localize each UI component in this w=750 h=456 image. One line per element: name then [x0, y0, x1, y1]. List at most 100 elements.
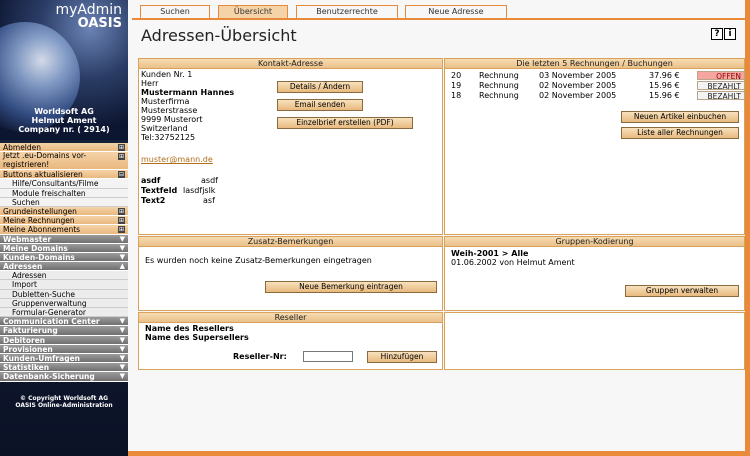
- invoice-number: 20: [451, 71, 462, 80]
- chevron-icon[interactable]: ▼: [120, 336, 125, 345]
- chevron-icon[interactable]: ▲: [120, 262, 125, 271]
- app-title: myAdmin OASIS: [55, 3, 122, 30]
- invoice-type: Rechnung: [479, 81, 519, 90]
- sidebar-item[interactable]: Debitoren ▼: [0, 335, 128, 345]
- reseller-panel: Reseller Name des Resellers Name des Sup…: [138, 312, 443, 370]
- sidebar-menu: Abmelden ⊞ Jetzt .eu-Domains vor-registrie…: [0, 143, 128, 382]
- chevron-icon[interactable]: ▼: [120, 363, 125, 372]
- remarks-panel-header: Zusatz-Bemerkungen: [139, 237, 442, 247]
- reseller-number-label: Reseller-Nr:: [233, 352, 287, 361]
- chevron-icon[interactable]: ▼: [120, 326, 125, 335]
- sidebar-item-label: Grundeinstellungen: [3, 206, 77, 216]
- sidebar-item-label: Dubletten-Suche: [12, 289, 75, 299]
- company-line2: Helmut Ament: [31, 116, 97, 125]
- table-row[interactable]: 20 Rechnung 03 November 2005 37.96 € OFF…: [449, 71, 745, 81]
- reseller-panel-header: Reseller: [139, 313, 442, 323]
- tab-benutzerrechte[interactable]: Benutzerrechte: [296, 5, 398, 18]
- contact-email-link[interactable]: muster@mann.de: [141, 155, 213, 165]
- sidebar-item-label: Kunden-Umfragen: [3, 353, 80, 363]
- sidebar-item[interactable]: Meine Domains ▼: [0, 243, 128, 253]
- table-row[interactable]: 18 Rechnung 02 November 2005 15.96 € BEZ…: [449, 91, 745, 101]
- invoices-panel-header: Die letzten 5 Rechnungen / Buchungen: [445, 59, 744, 69]
- send-email-button[interactable]: Email senden: [277, 99, 363, 111]
- expand-box-icon[interactable]: ⊞: [118, 144, 125, 151]
- new-article-button[interactable]: Neuen Artikel einbuchen: [621, 111, 739, 123]
- invoice-date: 02 November 2005: [539, 91, 617, 100]
- company-info: Worldsoft AG Helmut Ament Company nr. ( …: [0, 107, 128, 134]
- sidebar-item-label: Datenbank-Sicherung: [3, 372, 95, 382]
- sidebar-item-label: Communication Center: [3, 317, 100, 327]
- invoice-number: 18: [451, 91, 462, 100]
- sidebar-item[interactable]: Adressen ▲: [0, 262, 128, 272]
- sidebar-item-label: Adressen: [3, 262, 43, 272]
- status-badge: BEZAHLT: [697, 81, 745, 91]
- chevron-icon[interactable]: ▼: [120, 244, 125, 253]
- expand-box-icon[interactable]: ⊟: [118, 171, 125, 179]
- chevron-icon[interactable]: ▼: [120, 345, 125, 354]
- sidebar-item[interactable]: Gruppenverwaltung: [0, 298, 128, 308]
- info-icon[interactable]: i: [724, 28, 736, 40]
- sidebar-item-label: Fakturierung: [3, 326, 58, 336]
- sidebar-item[interactable]: Fakturierung ▼: [0, 326, 128, 336]
- tab-suchen[interactable]: Suchen: [140, 5, 210, 18]
- contact-panel: Kontakt-Adresse Kunden Nr. 1 Herr Muster…: [138, 58, 443, 235]
- sidebar-item[interactable]: Formular-Generator: [0, 308, 128, 318]
- chevron-icon[interactable]: ▼: [120, 317, 125, 326]
- chevron-icon[interactable]: ▼: [120, 372, 125, 381]
- details-edit-button[interactable]: Details / Ändern: [277, 81, 363, 93]
- manage-groups-button[interactable]: Gruppen verwalten: [625, 285, 739, 297]
- sidebar-item[interactable]: Buttons aktualisieren ⊟: [0, 170, 128, 180]
- sidebar-item-label: Import: [12, 280, 37, 290]
- expand-box-icon[interactable]: ⊞: [118, 153, 125, 161]
- expand-box-icon[interactable]: ⊞: [118, 226, 125, 234]
- create-letter-button[interactable]: Einzelbrief erstellen (PDF): [277, 117, 413, 129]
- custom-field-value: lasdfjslk: [183, 186, 216, 195]
- chevron-icon[interactable]: ▼: [120, 354, 125, 363]
- expand-box-icon[interactable]: ⊞: [118, 217, 125, 225]
- reseller-number-input[interactable]: [303, 351, 353, 362]
- sidebar-item[interactable]: Kunden-Domains ▼: [0, 252, 128, 263]
- sidebar-item[interactable]: Grundeinstellungen ⊞: [0, 206, 128, 217]
- status-badge: BEZAHLT: [697, 91, 745, 101]
- sidebar-item[interactable]: Module freischalten: [0, 188, 128, 198]
- sidebar-item-label: Statistiken: [3, 363, 50, 373]
- superseller-name: Name des Supersellers: [145, 333, 249, 342]
- tab-underline: [132, 18, 745, 20]
- groups-panel-header: Gruppen-Kodierung: [445, 237, 744, 247]
- chevron-icon[interactable]: ▼: [120, 253, 125, 262]
- sidebar-item-label: Formular-Generator: [12, 308, 86, 317]
- sidebar-item[interactable]: Meine Rechnungen ⊞: [0, 216, 128, 226]
- sidebar-item[interactable]: Adressen: [0, 271, 128, 281]
- all-invoices-button[interactable]: Liste aller Rechnungen: [621, 127, 739, 139]
- sidebar-item[interactable]: Jetzt .eu-Domains vor-registrieren! ⊞: [0, 152, 128, 171]
- add-reseller-button[interactable]: Hinzufügen: [367, 351, 437, 363]
- reseller-side-panel: [444, 312, 745, 370]
- sidebar-item-label: Module freischalten: [12, 188, 86, 198]
- copyright: © Copyright Worldsoft AG OASIS Online-Ad…: [0, 395, 128, 409]
- sidebar-item[interactable]: Kunden-Umfragen ▼: [0, 353, 128, 364]
- help-icon[interactable]: ?: [711, 28, 723, 40]
- expand-box-icon[interactable]: ⊞: [118, 207, 125, 215]
- sidebar-item[interactable]: Meine Abonnements ⊞: [0, 225, 128, 235]
- sidebar-item[interactable]: Hilfe/Consultants/Filme: [0, 179, 128, 189]
- sidebar-item-label: Suchen: [12, 197, 40, 207]
- sidebar-item[interactable]: Suchen: [0, 197, 128, 207]
- sidebar-item[interactable]: Provisionen ▼: [0, 344, 128, 354]
- sidebar-item[interactable]: Webmaster ▼: [0, 234, 128, 244]
- sidebar-item[interactable]: Communication Center ▼: [0, 317, 128, 327]
- sidebar-item[interactable]: Dubletten-Suche: [0, 289, 128, 299]
- sidebar-item-label: Adressen: [12, 271, 47, 281]
- sidebar-item-label: Debitoren: [3, 335, 46, 345]
- sidebar-item-label: Meine Rechnungen: [3, 216, 75, 226]
- tab-neue-adresse[interactable]: Neue Adresse: [405, 5, 507, 18]
- new-remark-button[interactable]: Neue Bemerkung eintragen: [265, 281, 437, 293]
- sidebar-item[interactable]: Import: [0, 280, 128, 290]
- chevron-icon[interactable]: ▼: [120, 235, 125, 244]
- tab-uebersicht[interactable]: Übersicht: [218, 5, 288, 18]
- table-row[interactable]: 19 Rechnung 02 November 2005 15.96 € BEZ…: [449, 81, 745, 91]
- sidebar-item[interactable]: Datenbank-Sicherung ▼: [0, 372, 128, 382]
- sidebar-item[interactable]: Statistiken ▼: [0, 363, 128, 373]
- contact-panel-header: Kontakt-Adresse: [139, 59, 442, 69]
- sidebar-item-label: Meine Abonnements: [3, 225, 81, 235]
- invoice-type: Rechnung: [479, 91, 519, 100]
